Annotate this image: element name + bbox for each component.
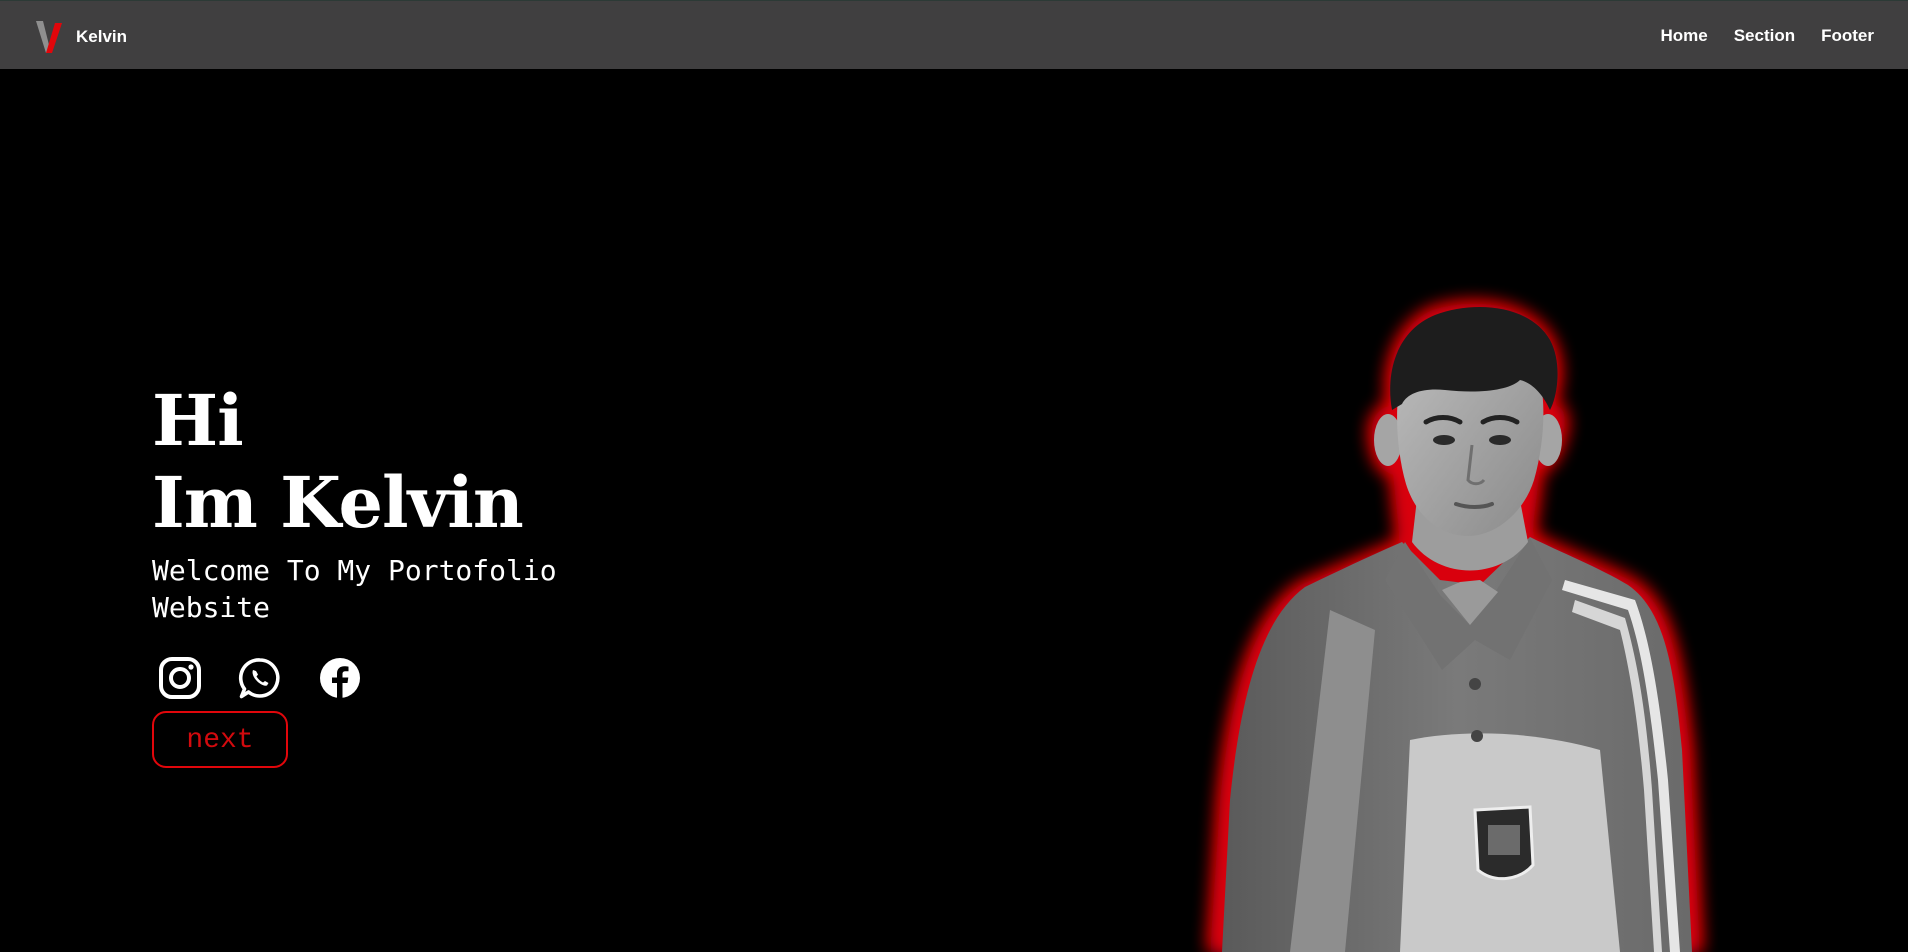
nav-link-footer[interactable]: Footer bbox=[1821, 26, 1874, 46]
brand-name: Kelvin bbox=[76, 27, 128, 46]
hero-title-line2: Im Kelvin bbox=[152, 461, 524, 544]
navbar: Kelvin Home Section Footer bbox=[0, 0, 1908, 69]
brand[interactable]: Kelvin bbox=[34, 19, 127, 55]
hero-subtitle: Welcome To My Portofolio Website bbox=[152, 554, 557, 624]
facebook-icon[interactable] bbox=[318, 656, 362, 700]
hero-title: Hi Im Kelvin bbox=[152, 380, 612, 544]
instagram-icon[interactable] bbox=[158, 656, 202, 700]
whatsapp-icon[interactable] bbox=[238, 656, 282, 700]
social-links bbox=[158, 656, 612, 700]
hero-title-line1: Hi bbox=[152, 379, 244, 462]
nav-links: Home Section Footer bbox=[1634, 1, 1874, 70]
hero: Hi Im Kelvin Welcome To My Portofolio We… bbox=[152, 380, 612, 768]
v-logo-icon bbox=[36, 21, 62, 53]
next-button[interactable]: next bbox=[152, 711, 288, 768]
scrollbar[interactable] bbox=[1895, 69, 1908, 952]
nav-link-home[interactable]: Home bbox=[1660, 26, 1707, 46]
profile-portrait bbox=[1210, 303, 1700, 952]
nav-link-section[interactable]: Section bbox=[1734, 26, 1795, 46]
